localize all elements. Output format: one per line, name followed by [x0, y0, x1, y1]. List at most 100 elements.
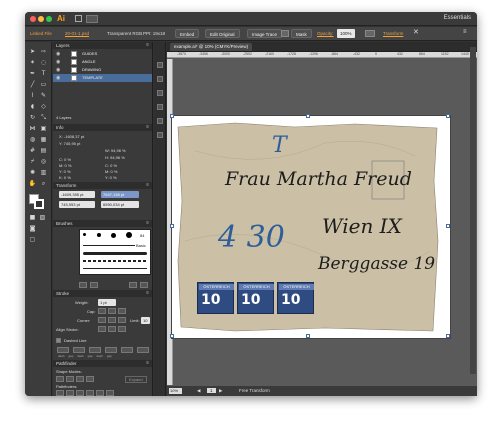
- stroke-panel-tab[interactable]: Stroke ≡: [53, 290, 152, 297]
- minus-back-icon[interactable]: [106, 390, 114, 396]
- transform-panel-menu-icon[interactable]: ≡: [146, 182, 149, 189]
- selection-handle[interactable]: [306, 114, 310, 118]
- miter-join-icon[interactable]: [98, 317, 106, 323]
- embed-button[interactable]: Embed: [175, 29, 200, 38]
- pencil-tool-icon[interactable]: ✎: [39, 92, 48, 100]
- merge-icon[interactable]: [76, 390, 84, 396]
- visibility-eye-icon[interactable]: ◉: [56, 66, 60, 74]
- stroke-weight-field[interactable]: 1 pt: [98, 299, 116, 306]
- artboard-number-field[interactable]: 1: [207, 388, 216, 393]
- brushes-preview-list[interactable]: 84 Basic: [79, 229, 151, 275]
- crop-icon[interactable]: [86, 390, 94, 396]
- brush-swatch[interactable]: [83, 233, 86, 236]
- layer-row-drawing[interactable]: ◉ DRAWING: [53, 66, 152, 74]
- document-tab[interactable]: example.ai* @ 10% (CMYK/Preview): [170, 43, 253, 51]
- previous-artboard-icon[interactable]: ◀: [197, 388, 200, 394]
- screen-mode-icon[interactable]: ▢: [28, 236, 37, 244]
- mask-button[interactable]: Mask: [291, 29, 312, 38]
- butt-cap-icon[interactable]: [98, 308, 106, 314]
- stroke-color-swatch[interactable]: [34, 199, 44, 209]
- magic-wand-tool-icon[interactable]: ✶: [28, 59, 37, 67]
- gap-field[interactable]: [73, 347, 85, 353]
- info-panel-tab[interactable]: Info ≡: [53, 124, 152, 131]
- symbol-sprayer-tool-icon[interactable]: ✺: [28, 169, 37, 177]
- eyedropper-tool-icon[interactable]: ⌿: [28, 158, 37, 166]
- swatches-panel-icon[interactable]: [157, 76, 163, 82]
- new-brush-icon[interactable]: [129, 282, 137, 288]
- type-tool-icon[interactable]: T: [39, 70, 48, 78]
- edit-original-button[interactable]: Edit Original: [205, 29, 240, 38]
- gradient-mode-icon[interactable]: ▧: [38, 214, 47, 222]
- transform-panel-tab[interactable]: Transform ≡: [53, 182, 152, 189]
- workspace-switcher[interactable]: Essentials: [444, 15, 471, 21]
- scale-tool-icon[interactable]: ⤡: [39, 114, 48, 122]
- column-graph-tool-icon[interactable]: ▥: [39, 169, 48, 177]
- bevel-join-icon[interactable]: [118, 317, 126, 323]
- gap-field[interactable]: [137, 347, 149, 353]
- eraser-tool-icon[interactable]: ◇: [39, 103, 48, 111]
- align-inside-icon[interactable]: [108, 326, 116, 332]
- shape-builder-tool-icon[interactable]: ◍: [28, 136, 37, 144]
- selection-handle[interactable]: [446, 224, 450, 228]
- transform-h-field[interactable]: 6590,034 pt: [101, 201, 139, 208]
- minimize-window-button[interactable]: [38, 16, 44, 22]
- layers-panel-tab[interactable]: Layers ≡: [53, 42, 152, 49]
- linked-file-label[interactable]: Linked File: [30, 31, 52, 36]
- dashed-line-checkbox[interactable]: [56, 338, 61, 343]
- opacity-dropdown[interactable]: 100%: [337, 29, 355, 38]
- pen-tool-icon[interactable]: ✒: [28, 70, 37, 78]
- mesh-tool-icon[interactable]: #: [28, 147, 37, 155]
- free-transform-tool-icon[interactable]: ▣: [39, 125, 48, 133]
- gap-field[interactable]: [105, 347, 117, 353]
- dash-field[interactable]: [121, 347, 133, 353]
- align-icon[interactable]: [365, 30, 375, 37]
- brush-swatch[interactable]: [126, 232, 132, 238]
- color-panel-icon[interactable]: [157, 62, 163, 68]
- brush-swatch[interactable]: [111, 233, 116, 238]
- rectangle-tool-icon[interactable]: ▭: [39, 81, 48, 89]
- outline-icon[interactable]: [96, 390, 104, 396]
- image-trace-button[interactable]: Image Trace: [247, 29, 283, 38]
- layer-row-template[interactable]: ◉ TEMPLATE: [53, 74, 152, 82]
- transform-x-field[interactable]: -1609,395 pt: [59, 191, 95, 198]
- hand-tool-icon[interactable]: ✋: [28, 180, 37, 188]
- rotate-tool-icon[interactable]: ↻: [28, 114, 37, 122]
- dash-field[interactable]: [57, 347, 69, 353]
- remove-brush-stroke-icon[interactable]: [90, 282, 98, 288]
- stroke-limit-field[interactable]: 10: [141, 317, 150, 324]
- selection-handle[interactable]: [170, 224, 174, 228]
- line-tool-icon[interactable]: ╱: [28, 81, 37, 89]
- exclude-icon[interactable]: [86, 376, 94, 382]
- selection-handle[interactable]: [446, 114, 450, 118]
- control-panel-menu-icon[interactable]: ≡: [463, 29, 467, 35]
- align-outside-icon[interactable]: [118, 326, 126, 332]
- delete-brush-icon[interactable]: [140, 282, 148, 288]
- vertical-scrollbar[interactable]: [470, 47, 476, 374]
- layer-row-guides[interactable]: ◉ GUIDES: [53, 50, 152, 58]
- selection-handle[interactable]: [170, 114, 174, 118]
- arrange-documents-icon[interactable]: [86, 15, 98, 23]
- horizontal-ruler[interactable]: -3870 -3456 -3000 -2592 -2160 -1728 -129…: [167, 52, 477, 58]
- align-panel-icon[interactable]: [157, 132, 163, 138]
- graphic-styles-panel-icon[interactable]: [157, 118, 163, 124]
- paintbrush-tool-icon[interactable]: ⌇: [28, 92, 37, 100]
- brushes-panel-tab[interactable]: Brushes ≡: [53, 220, 152, 227]
- zoom-tool-icon[interactable]: ⌕: [39, 180, 48, 188]
- gradient-tool-icon[interactable]: ▤: [39, 147, 48, 155]
- brush-swatch[interactable]: [97, 233, 101, 237]
- stroke-panel-menu-icon[interactable]: ≡: [146, 290, 149, 297]
- trace-options-icon[interactable]: [281, 30, 289, 37]
- perspective-grid-tool-icon[interactable]: ▦: [39, 136, 48, 144]
- visibility-eye-icon[interactable]: ◉: [56, 74, 60, 82]
- pathfinder-panel-tab[interactable]: Pathfinder ≡: [53, 360, 152, 367]
- bridge-icon[interactable]: [75, 15, 82, 22]
- layer-row-angle[interactable]: ◉ ANGLE: [53, 58, 152, 66]
- transform-link[interactable]: Transform: [383, 31, 403, 36]
- close-window-button[interactable]: [30, 16, 36, 22]
- linked-filename-link[interactable]: 20-01-1.psd: [65, 31, 89, 36]
- projecting-cap-icon[interactable]: [118, 308, 126, 314]
- symbols-panel-icon[interactable]: [157, 90, 163, 96]
- transform-y-field[interactable]: 745,953 pt: [59, 201, 95, 208]
- minus-front-icon[interactable]: [66, 376, 74, 382]
- selection-tool-icon[interactable]: ➤: [28, 48, 37, 56]
